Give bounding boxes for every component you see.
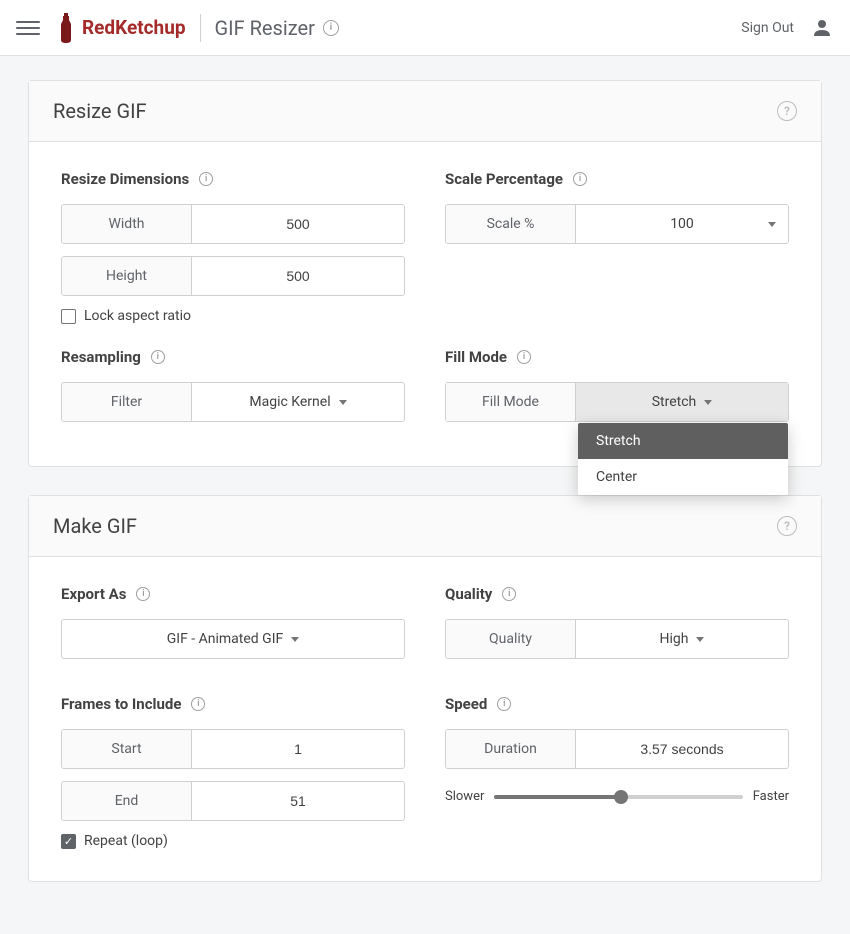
help-icon[interactable]: ? — [777, 516, 797, 536]
divider — [200, 14, 201, 42]
scale-dropdown[interactable]: 100 — [576, 205, 788, 243]
repeat-label: Repeat (loop) — [84, 833, 168, 849]
chevron-down-icon — [291, 637, 299, 642]
quality-field: Quality High — [445, 619, 789, 659]
lock-aspect-checkbox[interactable] — [61, 309, 76, 324]
start-frame-field: Start — [61, 729, 405, 769]
repeat-row: Repeat (loop) — [61, 833, 405, 849]
filter-dropdown[interactable]: Magic Kernel — [192, 383, 404, 421]
quality-dropdown[interactable]: High — [576, 620, 788, 658]
export-as-label: Export As i — [61, 585, 405, 603]
sign-out-link[interactable]: Sign Out — [741, 20, 794, 36]
info-icon[interactable]: i — [136, 587, 150, 601]
page-title: GIF Resizer — [215, 16, 315, 40]
height-field: Height — [61, 256, 405, 296]
help-icon[interactable]: ? — [777, 101, 797, 121]
card-title: Make GIF — [53, 514, 137, 538]
slower-label: Slower — [445, 789, 484, 804]
info-icon[interactable]: i — [323, 20, 339, 36]
info-icon[interactable]: i — [199, 172, 213, 186]
header-right: Sign Out — [741, 16, 834, 40]
duration-input[interactable] — [576, 730, 788, 768]
make-gif-card: Make GIF ? Export As i GIF - Animated GI… — [28, 495, 822, 882]
card-header: Resize GIF ? — [29, 81, 821, 142]
card-header: Make GIF ? — [29, 496, 821, 557]
fill-mode-field: Fill Mode Stretch Stretch Center — [445, 382, 789, 422]
width-label: Width — [62, 205, 192, 243]
chevron-down-icon — [339, 400, 347, 405]
slider-thumb[interactable] — [614, 790, 628, 804]
fill-mode-dropdown[interactable]: Stretch Stretch Center — [576, 383, 788, 421]
chevron-down-icon — [704, 400, 712, 405]
start-frame-input[interactable] — [192, 730, 404, 768]
scale-label: Scale % — [446, 205, 576, 243]
height-label: Height — [62, 257, 192, 295]
speed-label: Speed i — [445, 695, 789, 713]
card-title: Resize GIF — [53, 99, 147, 123]
end-frame-input[interactable] — [192, 782, 404, 820]
lock-aspect-label: Lock aspect ratio — [84, 308, 191, 324]
quality-label: Quality i — [445, 585, 789, 603]
width-field: Width — [61, 204, 405, 244]
info-icon[interactable]: i — [573, 172, 587, 186]
filter-label: Filter — [62, 383, 192, 421]
fill-mode-option-stretch[interactable]: Stretch — [578, 423, 788, 459]
repeat-checkbox[interactable] — [61, 834, 76, 849]
quality-field-label: Quality — [446, 620, 576, 658]
fill-mode-label: Fill Mode i — [445, 348, 789, 366]
info-icon[interactable]: i — [502, 587, 516, 601]
scale-percentage-label: Scale Percentage i — [445, 170, 789, 188]
scale-field: Scale % 100 — [445, 204, 789, 244]
info-icon[interactable]: i — [517, 350, 531, 364]
start-label: Start — [62, 730, 192, 768]
end-frame-field: End — [61, 781, 405, 821]
chevron-down-icon — [768, 222, 776, 227]
resampling-label: Resampling i — [61, 348, 405, 366]
fill-mode-option-center[interactable]: Center — [578, 459, 788, 495]
width-input[interactable] — [192, 205, 404, 243]
lock-aspect-row: Lock aspect ratio — [61, 308, 405, 324]
resize-gif-card: Resize GIF ? Resize Dimensions i Width H… — [28, 80, 822, 467]
avatar-icon[interactable] — [810, 16, 834, 40]
main-content: Resize GIF ? Resize Dimensions i Width H… — [0, 56, 850, 934]
fill-mode-field-label: Fill Mode — [446, 383, 576, 421]
height-input[interactable] — [192, 257, 404, 295]
app-header: RedKetchup GIF Resizer i Sign Out — [0, 0, 850, 56]
info-icon[interactable]: i — [151, 350, 165, 364]
speed-slider-row: Slower Faster — [445, 789, 789, 804]
end-label: End — [62, 782, 192, 820]
brand-name: RedKetchup — [82, 16, 186, 39]
filter-field: Filter Magic Kernel — [61, 382, 405, 422]
frames-label: Frames to Include i — [61, 695, 405, 713]
chevron-down-icon — [696, 637, 704, 642]
ketchup-bottle-icon — [56, 12, 76, 44]
faster-label: Faster — [753, 789, 789, 804]
info-icon[interactable]: i — [191, 697, 205, 711]
logo[interactable]: RedKetchup — [56, 12, 186, 44]
info-icon[interactable]: i — [497, 697, 511, 711]
fill-mode-menu: Stretch Center — [578, 423, 788, 495]
duration-field: Duration — [445, 729, 789, 769]
menu-icon[interactable] — [16, 16, 40, 40]
duration-label: Duration — [446, 730, 576, 768]
resize-dimensions-label: Resize Dimensions i — [61, 170, 405, 188]
speed-slider[interactable] — [494, 795, 742, 799]
export-as-dropdown[interactable]: GIF - Animated GIF — [61, 619, 405, 659]
